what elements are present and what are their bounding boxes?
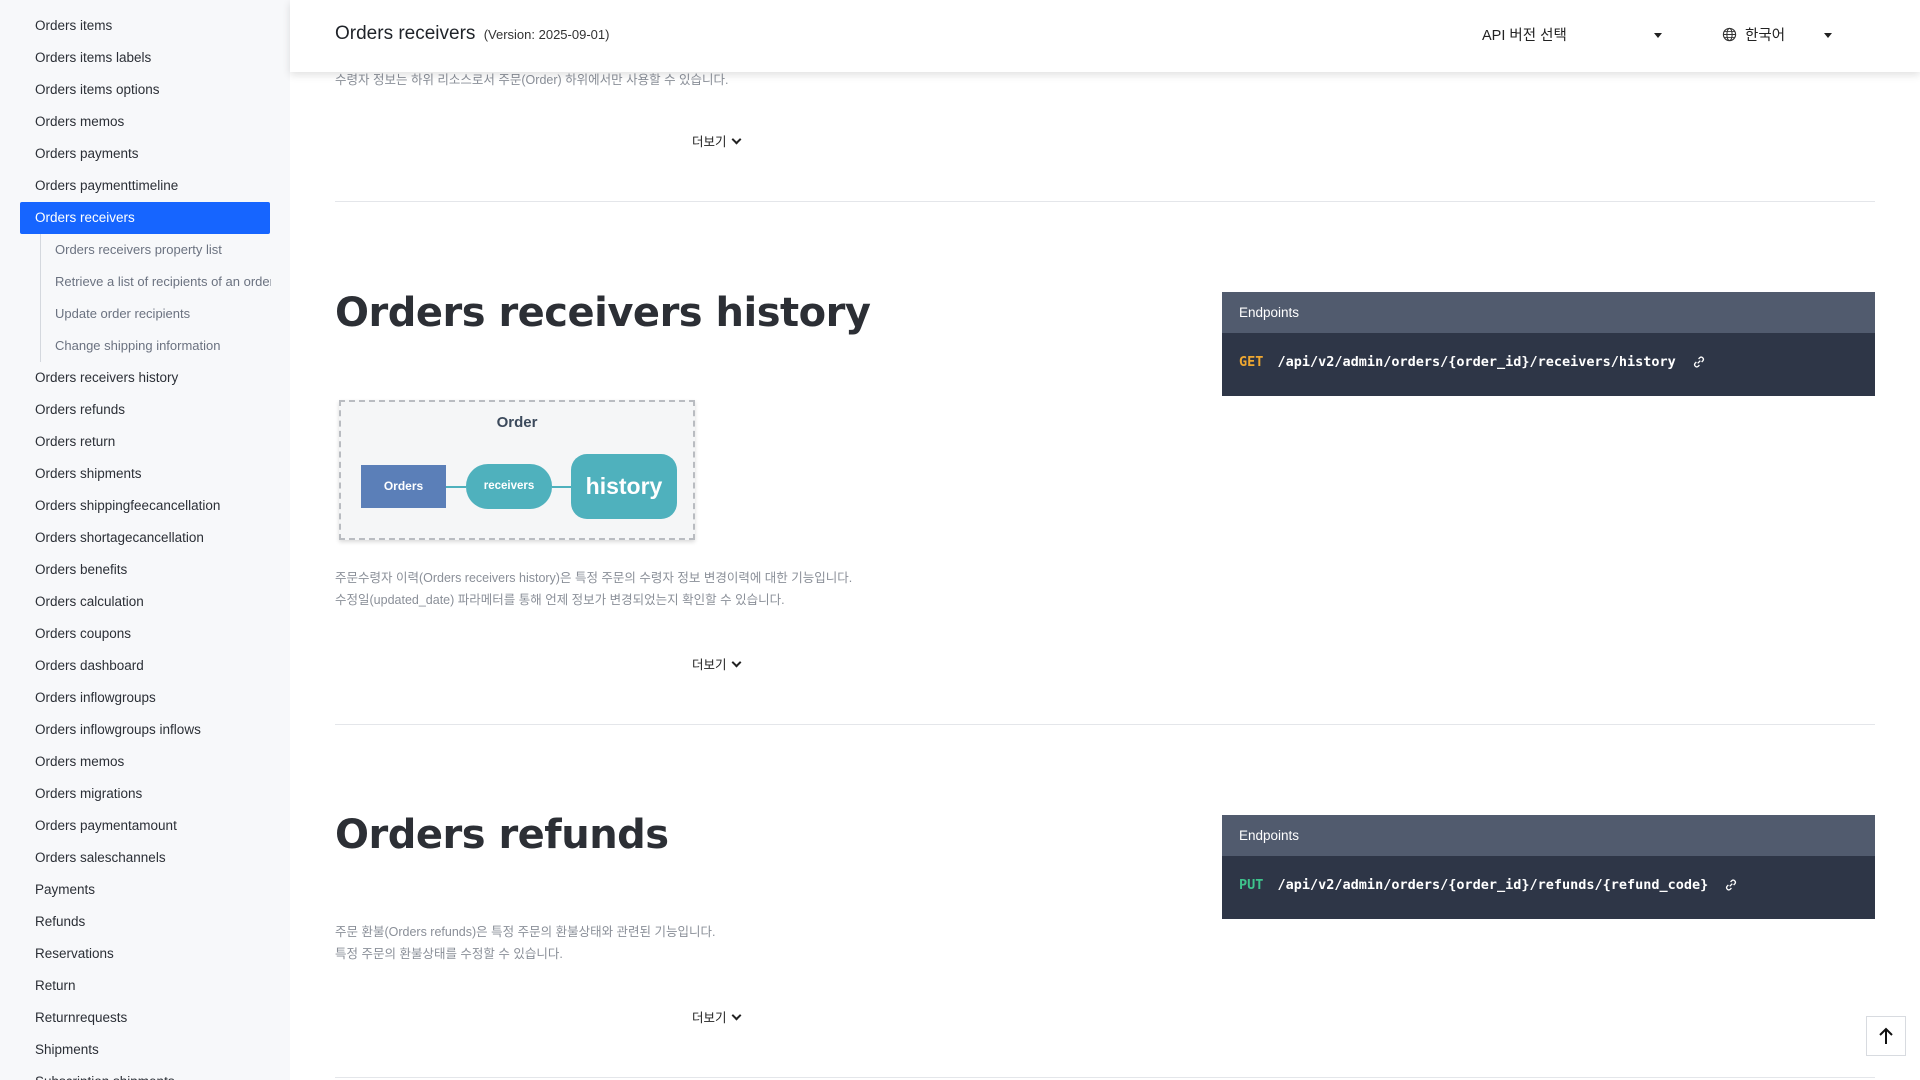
sidebar-item-returnrequests[interactable]: Returnrequests	[0, 1002, 290, 1034]
section-divider	[335, 724, 1875, 725]
section-description-refunds: 주문 환불(Orders refunds)은 특정 주문의 환불상태와 관련된 …	[335, 921, 716, 965]
scroll-to-top-button[interactable]	[1866, 1016, 1906, 1056]
sidebar-item-orders-paymenttimeline[interactable]: Orders paymenttimeline	[0, 170, 290, 202]
sidebar-item-orders-coupons[interactable]: Orders coupons	[0, 618, 290, 650]
sidebar-item-orders-saleschannels[interactable]: Orders saleschannels	[0, 842, 290, 874]
sidebar-subitem-retrieve-recipients[interactable]: Retrieve a list of recipients of an orde…	[41, 266, 271, 298]
diagram-edge	[552, 486, 571, 488]
diagram-node-receivers: receivers	[466, 464, 552, 509]
description-line: 주문 환불(Orders refunds)은 특정 주문의 환불상태와 관련된 …	[335, 925, 716, 939]
language-select-label: 한국어	[1745, 28, 1786, 44]
endpoint-header: Endpoints	[1222, 815, 1875, 856]
sidebar-subitem-change-shipping[interactable]: Change shipping information	[41, 330, 271, 362]
sidebar-subnav: Orders receivers property list Retrieve …	[40, 234, 290, 362]
sidebar-item-refunds[interactable]: Refunds	[0, 906, 290, 938]
diagram-node-history: history	[571, 454, 677, 519]
sidebar-item-payments[interactable]: Payments	[0, 874, 290, 906]
main-content: 수령자 정보는 하위 리소스로서 주문(Order) 하위에서만 사용할 수 있…	[335, 0, 1875, 1080]
sidebar-item-orders-payments[interactable]: Orders payments	[0, 138, 290, 170]
endpoint-row: GET /api/v2/admin/orders/{order_id}/rece…	[1222, 333, 1875, 370]
caret-down-icon	[1824, 33, 1832, 38]
sidebar-item-orders-return[interactable]: Orders return	[0, 426, 290, 458]
sidebar-item-orders-benefits[interactable]: Orders benefits	[0, 554, 290, 586]
diagram-edge	[446, 486, 466, 488]
sidebar-subitem-property-list[interactable]: Orders receivers property list	[41, 234, 271, 266]
description-line: 수정일(updated_date) 파라메터를 통해 언제 정보가 변경되었는지…	[335, 593, 785, 607]
more-button[interactable]: 더보기	[692, 131, 741, 150]
sidebar-subnav-container: Orders receivers property list Retrieve …	[0, 234, 290, 362]
chevron-down-icon	[731, 1010, 741, 1021]
sidebar-item-orders-refunds[interactable]: Orders refunds	[0, 394, 290, 426]
page-title: Orders receivers (Version: 2025-09-01)	[335, 23, 609, 45]
section-title-refunds: Orders refunds	[335, 812, 669, 858]
sidebar-item-orders-paymentamount[interactable]: Orders paymentamount	[0, 810, 290, 842]
sidebar-item-orders-migrations[interactable]: Orders migrations	[0, 778, 290, 810]
sidebar-item-orders-shortagecancellation[interactable]: Orders shortagecancellation	[0, 522, 290, 554]
section-divider	[335, 1077, 1875, 1078]
language-select[interactable]: 한국어	[1722, 24, 1832, 46]
sidebar-item-orders-memos-2[interactable]: Orders memos	[0, 746, 290, 778]
arrow-up-icon	[1879, 1027, 1893, 1044]
sidebar-item-shipments[interactable]: Shipments	[0, 1034, 290, 1066]
sidebar-subitem-update-recipients[interactable]: Update order recipients	[41, 298, 271, 330]
http-method-badge: PUT	[1239, 877, 1264, 893]
description-line: 특정 주문의 환불상태를 수정할 수 있습니다.	[335, 947, 563, 961]
sidebar-nav: Orders items Orders items labels Orders …	[0, 0, 290, 1080]
sidebar-item-reservations[interactable]: Reservations	[0, 938, 290, 970]
sidebar-item-orders-shipments[interactable]: Orders shipments	[0, 458, 290, 490]
endpoint-card-receivers-history: Endpoints GET /api/v2/admin/orders/{orde…	[1222, 292, 1875, 396]
sidebar-item-orders-receivers[interactable]: Orders receivers	[20, 202, 270, 234]
more-button[interactable]: 더보기	[692, 1007, 741, 1026]
endpoint-header: Endpoints	[1222, 292, 1875, 333]
page-title-text: Orders receivers	[335, 23, 476, 44]
diagram-title: Order	[496, 414, 538, 431]
sidebar-item-orders-calculation[interactable]: Orders calculation	[0, 586, 290, 618]
http-method-badge: GET	[1239, 354, 1264, 370]
chevron-down-icon	[731, 134, 741, 145]
sidebar-item-orders-items[interactable]: Orders items	[0, 10, 290, 42]
api-version-select[interactable]: API 버전 선택	[1482, 24, 1662, 46]
sidebar-item-subscription-shipments[interactable]: Subscription shipments	[0, 1066, 290, 1080]
sidebar-item-return[interactable]: Return	[0, 970, 290, 1002]
section-divider	[335, 201, 1875, 202]
endpoint-path: /api/v2/admin/orders/{order_id}/refunds/…	[1277, 877, 1709, 893]
section-description-receivers-history: 주문수령자 이력(Orders receivers history)은 특정 주…	[335, 567, 852, 611]
sidebar-item-orders-items-options[interactable]: Orders items options	[0, 74, 290, 106]
endpoint-row: PUT /api/v2/admin/orders/{order_id}/refu…	[1222, 856, 1875, 893]
api-version-select-label: API 버전 선택	[1482, 28, 1567, 44]
caret-down-icon	[1654, 33, 1662, 38]
globe-icon	[1722, 27, 1737, 42]
sidebar-item-orders-dashboard[interactable]: Orders dashboard	[0, 650, 290, 682]
sidebar-item-orders-shippingfeecancellation[interactable]: Orders shippingfeecancellation	[0, 490, 290, 522]
sidebar-item-orders-memos[interactable]: Orders memos	[0, 106, 290, 138]
resource-diagram: Order Orders receivers history	[339, 400, 695, 540]
sidebar-item-orders-inflowgroups[interactable]: Orders inflowgroups	[0, 682, 290, 714]
endpoint-path: /api/v2/admin/orders/{order_id}/receiver…	[1277, 354, 1676, 370]
top-header: Orders receivers (Version: 2025-09-01) A…	[290, 0, 1920, 72]
version-label: (Version: 2025-09-01)	[483, 27, 610, 42]
endpoint-card-refunds: Endpoints PUT /api/v2/admin/orders/{orde…	[1222, 815, 1875, 919]
more-button-label: 더보기	[692, 135, 727, 149]
description-line: 주문수령자 이력(Orders receivers history)은 특정 주…	[335, 571, 853, 585]
more-button[interactable]: 더보기	[692, 654, 741, 673]
link-icon[interactable]	[1724, 878, 1738, 892]
chevron-down-icon	[731, 657, 741, 668]
link-icon[interactable]	[1692, 355, 1706, 369]
diagram-node-orders: Orders	[361, 465, 446, 508]
sidebar-item-orders-items-labels[interactable]: Orders items labels	[0, 42, 290, 74]
more-button-label: 더보기	[692, 1011, 727, 1025]
sidebar-item-orders-inflowgroups-inflows[interactable]: Orders inflowgroups inflows	[0, 714, 290, 746]
more-button-label: 더보기	[692, 658, 727, 672]
section-title-receivers-history: Orders receivers history	[335, 290, 871, 336]
sidebar: Orders items Orders items labels Orders …	[0, 0, 290, 1080]
sidebar-item-orders-receivers-history[interactable]: Orders receivers history	[0, 362, 290, 394]
